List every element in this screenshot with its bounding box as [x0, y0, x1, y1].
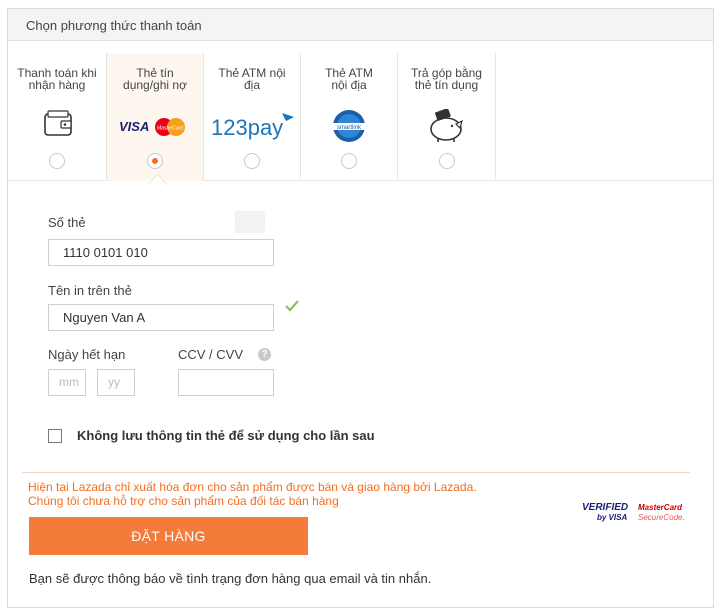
tab-installment[interactable]: Trả góp bằng thẻ tín dụng [398, 53, 496, 179]
expiry-month-input[interactable]: mm [48, 369, 86, 396]
panel-title: Chọn phương thức thanh toán [26, 18, 202, 33]
radio-atm-123pay[interactable] [244, 153, 260, 169]
tab-installment-label: Trả góp bằng thẻ tín dụng [411, 66, 482, 92]
divider [22, 472, 690, 473]
notice-line-1: Hiện tại Lazada chỉ xuất hóa đơn cho sản… [28, 480, 477, 494]
panel-header: Chọn phương thức thanh toán [8, 9, 713, 41]
radio-installment[interactable] [438, 153, 455, 169]
payment-method-tabs: Thanh toán khi nhận hàng Thẻ tín dụng/gh… [8, 53, 713, 181]
tab-cod[interactable]: Thanh toán khi nhận hàng [8, 53, 107, 179]
piggy-bank-icon [398, 108, 495, 143]
wallet-icon [8, 109, 106, 143]
by-visa-text: by VISA [597, 513, 627, 522]
notification-note: Bạn sẽ được thông báo về tình trạng đơn … [29, 571, 432, 586]
expiry-year-input[interactable]: yy [97, 369, 135, 396]
tab-credit-card-label: Thẻ tín dụng/ghi nợ [123, 66, 187, 92]
svg-text:123pay: 123pay [211, 115, 283, 140]
card-type-icon [235, 211, 265, 233]
123pay-icon: 123pay [204, 109, 300, 143]
tab-atm-smartlink-label: Thẻ ATM nội địa [325, 66, 373, 92]
radio-credit-card[interactable] [147, 153, 163, 169]
security-logos: VERIFIED by VISA MasterCard SecureCode. [582, 502, 685, 522]
tab-atm-smartlink[interactable]: Thẻ ATM nội địa smartlink [301, 53, 398, 179]
cardholder-name-label: Tên in trên thẻ [48, 283, 132, 298]
card-number-label: Số thẻ [48, 215, 86, 230]
visa-mastercard-icon: VISA MasterCard [107, 109, 203, 143]
svg-text:VISA: VISA [119, 119, 149, 134]
place-order-button[interactable]: ĐẶT HÀNG [29, 517, 308, 555]
svg-text:MasterCard: MasterCard [157, 126, 183, 132]
dont-save-card-label[interactable]: Không lưu thông tin thẻ để sử dụng cho l… [77, 428, 375, 443]
expiry-label: Ngày hết hạn [48, 347, 126, 362]
valid-check-icon [285, 300, 299, 312]
securecode-text: SecureCode. [638, 513, 685, 522]
smartlink-icon: smartlink [301, 109, 397, 143]
cardholder-name-input[interactable]: Nguyen Van A [48, 304, 274, 331]
radio-atm-smartlink[interactable] [341, 153, 357, 169]
tab-atm-123pay[interactable]: Thẻ ATM nội địa 123pay [204, 53, 301, 179]
notice-line-2: Chúng tôi chưa hỗ trợ cho sản phẩm của đ… [28, 494, 339, 508]
verified-by-visa-logo: VERIFIED [582, 502, 628, 513]
cvv-label: CCV / CVV [178, 347, 244, 362]
radio-cod[interactable] [49, 153, 65, 169]
mastercard-logo: MasterCard [638, 503, 683, 512]
cvv-input[interactable] [178, 369, 274, 396]
svg-text:smartlink: smartlink [337, 125, 362, 131]
tab-cod-label: Thanh toán khi nhận hàng [17, 66, 97, 92]
tab-atm-123pay-label: Thẻ ATM nội địa [218, 66, 286, 92]
card-number-input[interactable]: 1110 0101 010 [48, 239, 274, 266]
tab-credit-card[interactable]: Thẻ tín dụng/ghi nợ VISA MasterCard [107, 53, 204, 181]
dont-save-card-checkbox[interactable] [48, 429, 62, 443]
cvv-help-icon[interactable]: ? [258, 348, 271, 361]
